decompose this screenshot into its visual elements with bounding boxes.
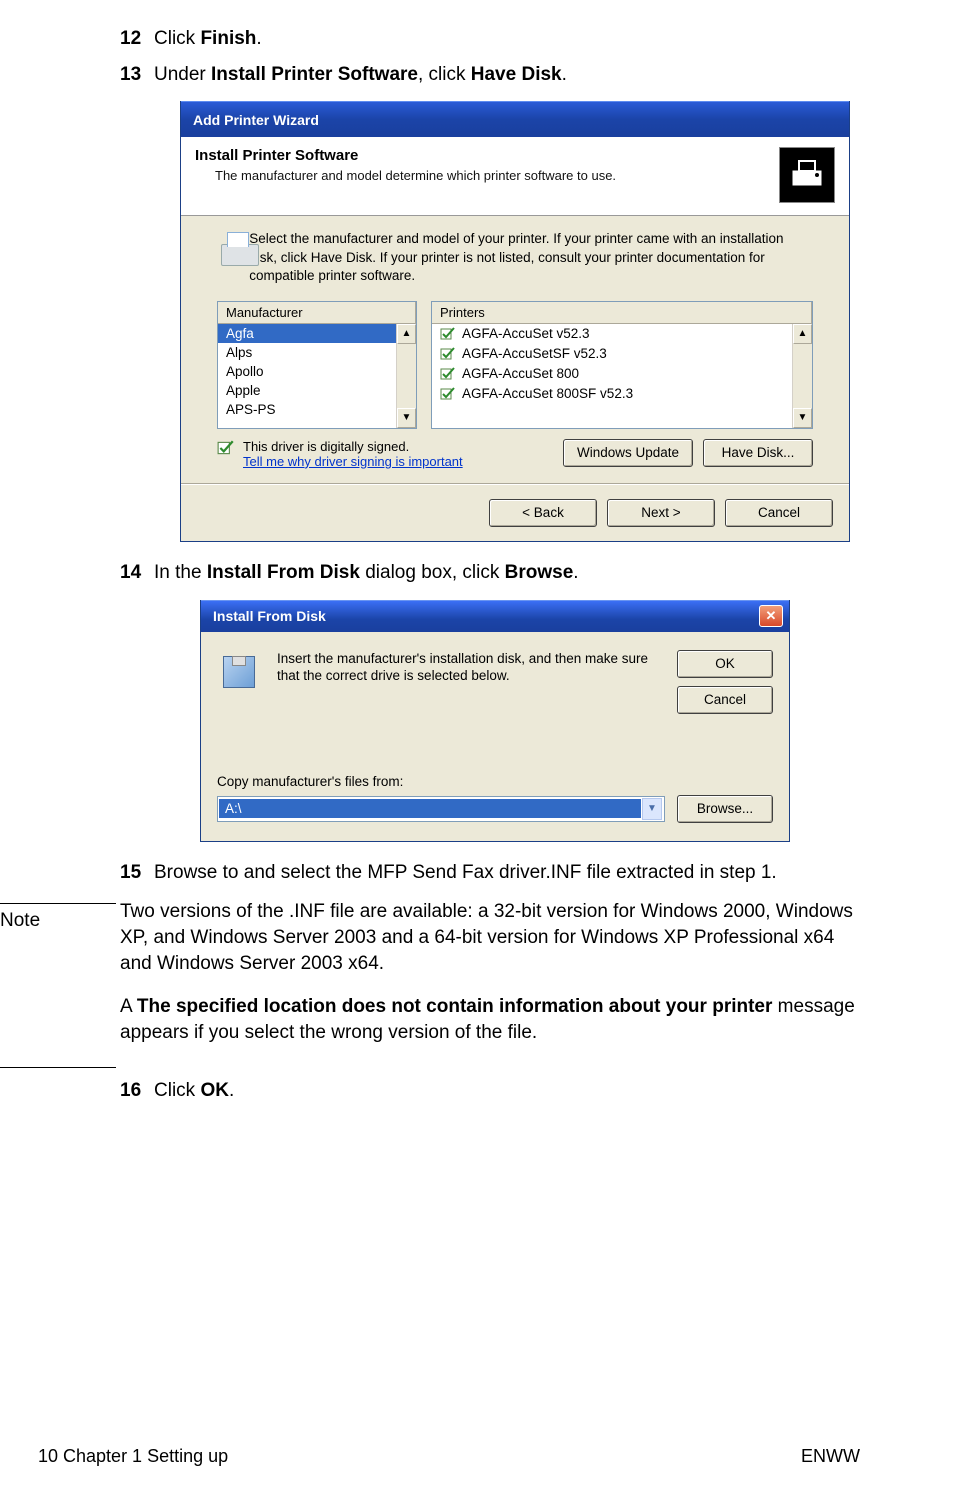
step-16: 16 Click OK. bbox=[120, 1078, 860, 1104]
note-block: Note Two versions of the .INF file are a… bbox=[120, 899, 860, 1063]
printer-info-icon bbox=[217, 230, 237, 270]
scrollbar[interactable]: ▲ ▼ bbox=[792, 324, 812, 428]
step-number: 12 bbox=[120, 26, 154, 52]
next-button[interactable]: Next > bbox=[607, 499, 715, 527]
add-printer-wizard-window: Add Printer Wizard Install Printer Softw… bbox=[180, 101, 850, 542]
step-text: Click Finish. bbox=[154, 26, 860, 52]
manufacturer-item[interactable]: APS-PS bbox=[218, 400, 416, 419]
manufacturer-item[interactable]: Apple bbox=[218, 381, 416, 400]
ifd-titlebar[interactable]: Install From Disk ✕ bbox=[201, 600, 789, 632]
note-rule bbox=[0, 1067, 116, 1068]
note-rule bbox=[0, 903, 116, 904]
windows-update-button[interactable]: Windows Update bbox=[563, 439, 693, 467]
manufacturer-item[interactable]: Agfa bbox=[218, 324, 416, 343]
driver-signed-text: This driver is digitally signed. bbox=[243, 439, 555, 454]
cancel-button[interactable]: Cancel bbox=[725, 499, 833, 527]
manufacturer-list[interactable]: Manufacturer Agfa Alps Apollo Apple APS-… bbox=[217, 301, 417, 429]
wizard-footer: < Back Next > Cancel bbox=[181, 484, 849, 541]
printer-item[interactable]: AGFA-AccuSet v52.3 bbox=[432, 324, 812, 344]
step-14: 14 In the Install From Disk dialog box, … bbox=[120, 560, 860, 586]
signed-driver-icon bbox=[440, 386, 456, 402]
step-text: Under Install Printer Software, click Ha… bbox=[154, 62, 860, 88]
printer-item[interactable]: AGFA-AccuSet 800 bbox=[432, 364, 812, 384]
wizard-title: Add Printer Wizard bbox=[193, 112, 319, 128]
browse-button[interactable]: Browse... bbox=[677, 795, 773, 823]
scroll-down-icon[interactable]: ▼ bbox=[793, 408, 812, 428]
note-label: Note bbox=[0, 910, 120, 932]
wizard-titlebar[interactable]: Add Printer Wizard bbox=[181, 101, 849, 137]
step-text: In the Install From Disk dialog box, cli… bbox=[154, 560, 860, 586]
wizard-header-title: Install Printer Software bbox=[195, 147, 779, 164]
printer-item[interactable]: AGFA-AccuSetSF v52.3 bbox=[432, 344, 812, 364]
printer-item[interactable]: AGFA-AccuSet 800SF v52.3 bbox=[432, 384, 812, 404]
cancel-button[interactable]: Cancel bbox=[677, 686, 773, 714]
step-number: 16 bbox=[120, 1078, 154, 1104]
have-disk-button[interactable]: Have Disk... bbox=[703, 439, 813, 467]
step-number: 15 bbox=[120, 860, 154, 886]
printers-list[interactable]: Printers AGFA-AccuSet v52.3 AGFA-AccuSet… bbox=[431, 301, 813, 429]
signed-driver-icon bbox=[440, 326, 456, 342]
scroll-down-icon[interactable]: ▼ bbox=[397, 408, 416, 428]
copy-from-value: A:\ bbox=[219, 799, 641, 818]
signed-driver-icon bbox=[217, 439, 235, 457]
copy-from-label: Copy manufacturer's files from: bbox=[217, 774, 773, 789]
signed-driver-icon bbox=[440, 366, 456, 382]
footer-right: ENWW bbox=[801, 1446, 860, 1467]
wizard-header-subtitle: The manufacturer and model determine whi… bbox=[215, 168, 779, 183]
wizard-info-text: Select the manufacturer and model of you… bbox=[249, 230, 813, 285]
page-footer: 10 Chapter 1 Setting up ENWW bbox=[0, 1446, 960, 1467]
back-button[interactable]: < Back bbox=[489, 499, 597, 527]
driver-signing-link[interactable]: Tell me why driver signing is important bbox=[243, 454, 463, 469]
close-icon[interactable]: ✕ bbox=[759, 605, 783, 627]
step-text: Click OK. bbox=[154, 1078, 860, 1104]
manufacturer-item[interactable]: Alps bbox=[218, 343, 416, 362]
printer-icon bbox=[779, 147, 835, 203]
note-paragraph-1: Two versions of the .INF file are availa… bbox=[120, 899, 860, 976]
scrollbar[interactable]: ▲ ▼ bbox=[396, 324, 416, 428]
manufacturer-header: Manufacturer bbox=[218, 302, 416, 324]
footer-left: 10 Chapter 1 Setting up bbox=[38, 1446, 228, 1467]
step-13: 13 Under Install Printer Software, click… bbox=[120, 62, 860, 88]
ifd-message: Insert the manufacturer's installation d… bbox=[277, 650, 661, 685]
wizard-info-row: Select the manufacturer and model of you… bbox=[217, 230, 813, 285]
step-text: Browse to and select the MFP Send Fax dr… bbox=[154, 860, 860, 886]
copy-from-combobox[interactable]: A:\ ▼ bbox=[217, 796, 665, 822]
note-paragraph-2: A The specified location does not contai… bbox=[120, 994, 860, 1045]
step-number: 14 bbox=[120, 560, 154, 586]
scroll-up-icon[interactable]: ▲ bbox=[397, 324, 416, 344]
manufacturer-item[interactable]: Apollo bbox=[218, 362, 416, 381]
chevron-down-icon[interactable]: ▼ bbox=[642, 798, 662, 820]
ok-button[interactable]: OK bbox=[677, 650, 773, 678]
wizard-header: Install Printer Software The manufacture… bbox=[181, 137, 849, 216]
floppy-disk-icon bbox=[217, 650, 261, 690]
step-number: 13 bbox=[120, 62, 154, 88]
scroll-up-icon[interactable]: ▲ bbox=[793, 324, 812, 344]
step-12: 12 Click Finish. bbox=[120, 26, 860, 52]
printers-header: Printers bbox=[432, 302, 812, 324]
ifd-title: Install From Disk bbox=[213, 608, 326, 624]
install-from-disk-window: Install From Disk ✕ Insert the manufactu… bbox=[200, 600, 790, 842]
step-15: 15 Browse to and select the MFP Send Fax… bbox=[120, 860, 860, 886]
signed-driver-icon bbox=[440, 346, 456, 362]
